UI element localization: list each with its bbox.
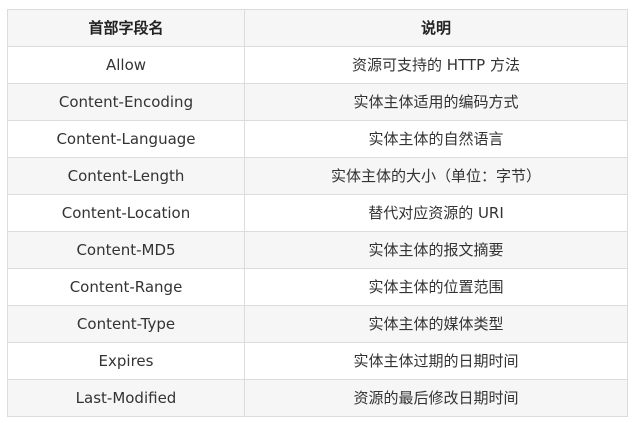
header-fields-table: 首部字段名 说明 Allow 资源可支持的 HTTP 方法 Content-En…: [7, 9, 628, 417]
field-name-cell: Content-Length: [7, 157, 245, 195]
description-cell: 替代对应资源的 URI: [244, 194, 628, 232]
description-cell: 实体主体的报文摘要: [244, 231, 628, 269]
table-row: Content-Type 实体主体的媒体类型: [7, 305, 628, 343]
field-name-cell: Content-Location: [7, 194, 245, 232]
table-row: Content-Encoding 实体主体适用的编码方式: [7, 83, 628, 121]
description-cell: 实体主体适用的编码方式: [244, 83, 628, 121]
header-fields-table-container: 首部字段名 说明 Allow 资源可支持的 HTTP 方法 Content-En…: [7, 9, 628, 417]
table-row: Expires 实体主体过期的日期时间: [7, 342, 628, 380]
table-row: Allow 资源可支持的 HTTP 方法: [7, 46, 628, 84]
description-cell: 实体主体过期的日期时间: [244, 342, 628, 380]
table-row: Content-Location 替代对应资源的 URI: [7, 194, 628, 232]
field-name-cell: Content-Language: [7, 120, 245, 158]
field-name-cell: Content-Range: [7, 268, 245, 306]
field-name-cell: Last-Modified: [7, 379, 245, 417]
description-cell: 资源可支持的 HTTP 方法: [244, 46, 628, 84]
description-cell: 实体主体的媒体类型: [244, 305, 628, 343]
table-row: Content-Range 实体主体的位置范围: [7, 268, 628, 306]
column-header-field-name: 首部字段名: [7, 9, 245, 47]
description-cell: 实体主体的自然语言: [244, 120, 628, 158]
table-row: Content-MD5 实体主体的报文摘要: [7, 231, 628, 269]
table-row: Content-Language 实体主体的自然语言: [7, 120, 628, 158]
column-header-description: 说明: [244, 9, 628, 47]
field-name-cell: Content-Type: [7, 305, 245, 343]
description-cell: 资源的最后修改日期时间: [244, 379, 628, 417]
field-name-cell: Allow: [7, 46, 245, 84]
field-name-cell: Expires: [7, 342, 245, 380]
table-header-row: 首部字段名 说明: [7, 9, 628, 47]
description-cell: 实体主体的大小（单位：字节）: [244, 157, 628, 195]
description-cell: 实体主体的位置范围: [244, 268, 628, 306]
field-name-cell: Content-Encoding: [7, 83, 245, 121]
table-row: Last-Modified 资源的最后修改日期时间: [7, 379, 628, 417]
table-row: Content-Length 实体主体的大小（单位：字节）: [7, 157, 628, 195]
field-name-cell: Content-MD5: [7, 231, 245, 269]
